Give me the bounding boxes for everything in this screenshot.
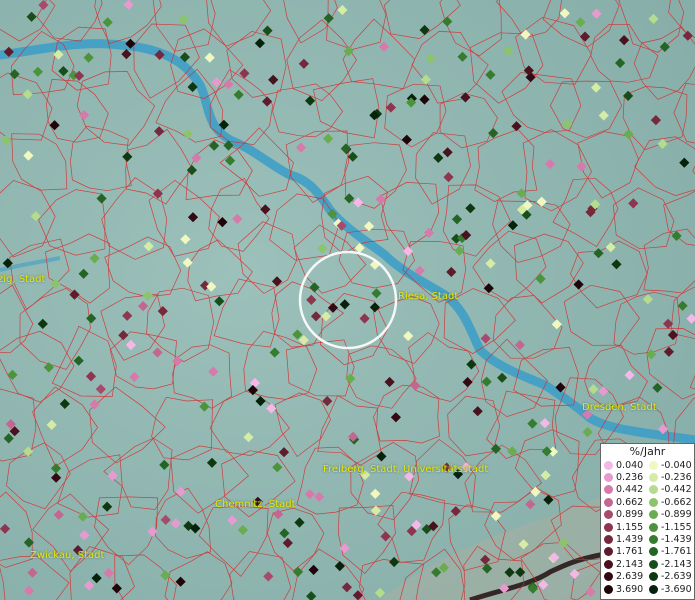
legend-value: 1.155 [616, 521, 644, 533]
legend: %/Jahr 0.040 0.236 0.442 0.662 0.899 1.155 1.4… [600, 443, 695, 600]
legend-swatch [604, 460, 613, 470]
legend-value: 0.040 [616, 459, 644, 471]
legend-value: -0.040 [661, 459, 692, 471]
legend-swatch [604, 510, 613, 520]
legend-entry: -1.155 [649, 521, 694, 533]
legend-entry: -0.899 [649, 509, 694, 521]
legend-value: -0.662 [661, 496, 692, 508]
legend-swatch [604, 473, 613, 483]
legend-entry: -0.040 [649, 459, 694, 471]
legend-value: -2.639 [661, 571, 692, 583]
label-dresden: Dresden, Stadt [582, 402, 657, 413]
legend-swatch [604, 547, 613, 557]
legend-swatch [649, 559, 658, 569]
legend-entry: 1.761 [604, 546, 649, 558]
legend-value: -3.690 [661, 583, 692, 595]
legend-value: 1.439 [616, 534, 644, 546]
legend-value: -1.761 [661, 546, 692, 558]
legend-value: -0.899 [661, 509, 692, 521]
legend-swatch [649, 460, 658, 470]
legend-swatch [604, 559, 613, 569]
legend-value: -1.155 [661, 521, 692, 533]
legend-entry: -1.439 [649, 533, 694, 545]
legend-value: 0.662 [616, 496, 644, 508]
legend-entry: 2.143 [604, 558, 649, 570]
label-freiberg: Freiberg, Stadt, Universitätsstadt [323, 464, 489, 475]
legend-swatch [649, 473, 658, 483]
legend-value: 2.143 [616, 558, 644, 570]
legend-value: 0.442 [616, 484, 644, 496]
legend-swatch [604, 485, 613, 495]
legend-swatch [604, 535, 613, 545]
label-leipzig: zig, Stadt [0, 274, 46, 285]
legend-swatch [649, 535, 658, 545]
legend-entry: -0.662 [649, 496, 694, 508]
label-riesa: Riesa, Stadt [398, 291, 459, 302]
legend-entry: -1.761 [649, 546, 694, 558]
legend-swatch [649, 485, 658, 495]
legend-swatch [649, 572, 658, 582]
legend-value: -0.236 [661, 472, 692, 484]
legend-swatch [649, 547, 658, 557]
legend-value: 3.690 [616, 583, 644, 595]
legend-value: -0.442 [661, 484, 692, 496]
legend-swatch [649, 584, 658, 594]
legend-value: 1.761 [616, 546, 644, 558]
legend-swatch [649, 497, 658, 507]
legend-entry: -0.236 [649, 471, 694, 483]
legend-value: -1.439 [661, 534, 692, 546]
legend-entry: -3.690 [649, 583, 694, 595]
legend-value: 0.236 [616, 472, 644, 484]
legend-swatch [604, 522, 613, 532]
legend-entry: 0.040 [604, 459, 649, 471]
legend-entry: 0.442 [604, 484, 649, 496]
label-zwickau: Zwickau, Stadt [30, 550, 105, 561]
legend-entry: -2.143 [649, 558, 694, 570]
legend-positive-column: 0.040 0.236 0.442 0.662 0.899 1.155 1.439 1.761… [604, 459, 649, 595]
legend-entry: 1.439 [604, 533, 649, 545]
legend-value: -2.143 [661, 558, 692, 570]
label-chemnitz: Chemnitz, Stadt [215, 499, 296, 510]
legend-title: %/Jahr [629, 445, 666, 458]
legend-entry: 0.236 [604, 471, 649, 483]
legend-entry: 3.690 [604, 583, 649, 595]
legend-value: 0.899 [616, 509, 644, 521]
legend-entry: 1.155 [604, 521, 649, 533]
legend-entry: 2.639 [604, 571, 649, 583]
legend-swatch [649, 522, 658, 532]
legend-entry: -2.639 [649, 571, 694, 583]
legend-swatch [604, 572, 613, 582]
legend-entry: 0.899 [604, 509, 649, 521]
legend-value: 2.639 [616, 571, 644, 583]
legend-swatch [649, 510, 658, 520]
legend-swatch [604, 584, 613, 594]
legend-entry: 0.662 [604, 496, 649, 508]
legend-entry: -0.442 [649, 484, 694, 496]
legend-swatch [604, 497, 613, 507]
legend-negative-column: -0.040 -0.236 -0.442 -0.662 -0.899 -1.155 -1.4… [649, 459, 694, 595]
map-canvas[interactable] [0, 0, 695, 600]
